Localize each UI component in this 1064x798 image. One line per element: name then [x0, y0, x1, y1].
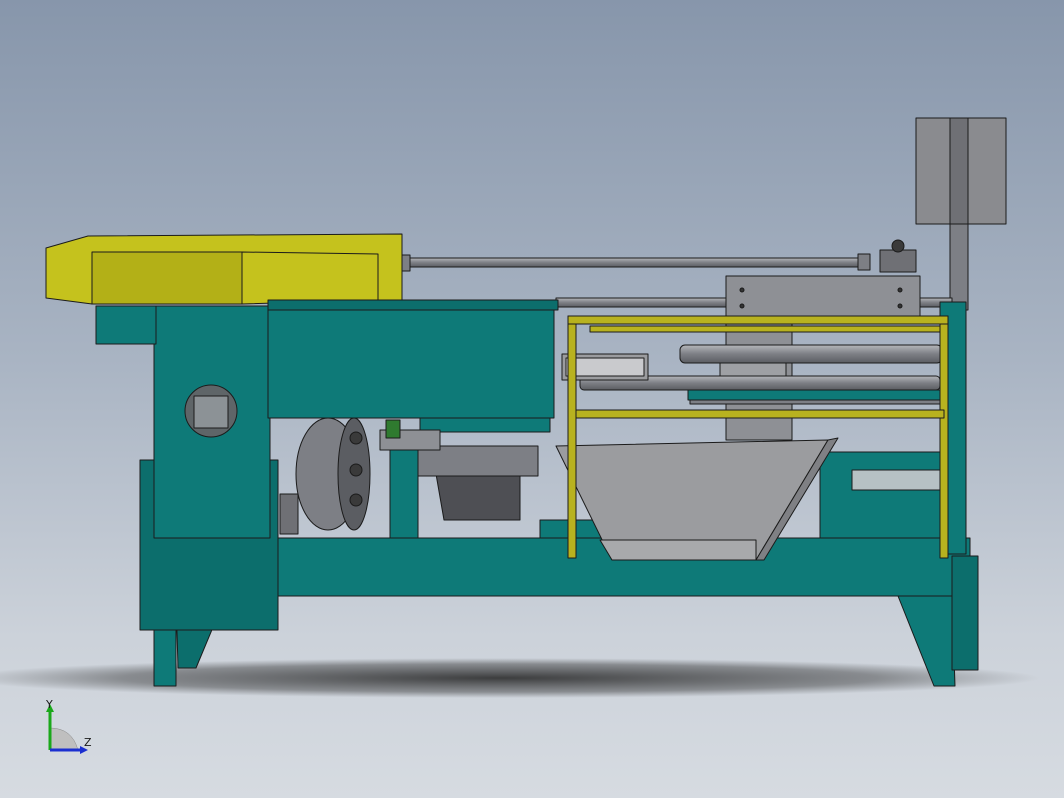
- cad-viewport[interactable]: Y Z: [0, 0, 1064, 798]
- z-axis-label: Z: [84, 736, 92, 749]
- top-cover: [267, 299, 559, 311]
- machine-model[interactable]: [0, 0, 1064, 798]
- top-rod: [379, 239, 917, 273]
- triad-plane-icon: [49, 727, 79, 751]
- y-axis-label: Y: [46, 698, 53, 711]
- hopper[interactable]: [45, 233, 403, 305]
- control-box[interactable]: [915, 117, 1007, 311]
- drive-pulley[interactable]: [279, 417, 371, 535]
- guide-rod-upper: [679, 344, 943, 364]
- axis-triad: Y Z: [38, 698, 108, 758]
